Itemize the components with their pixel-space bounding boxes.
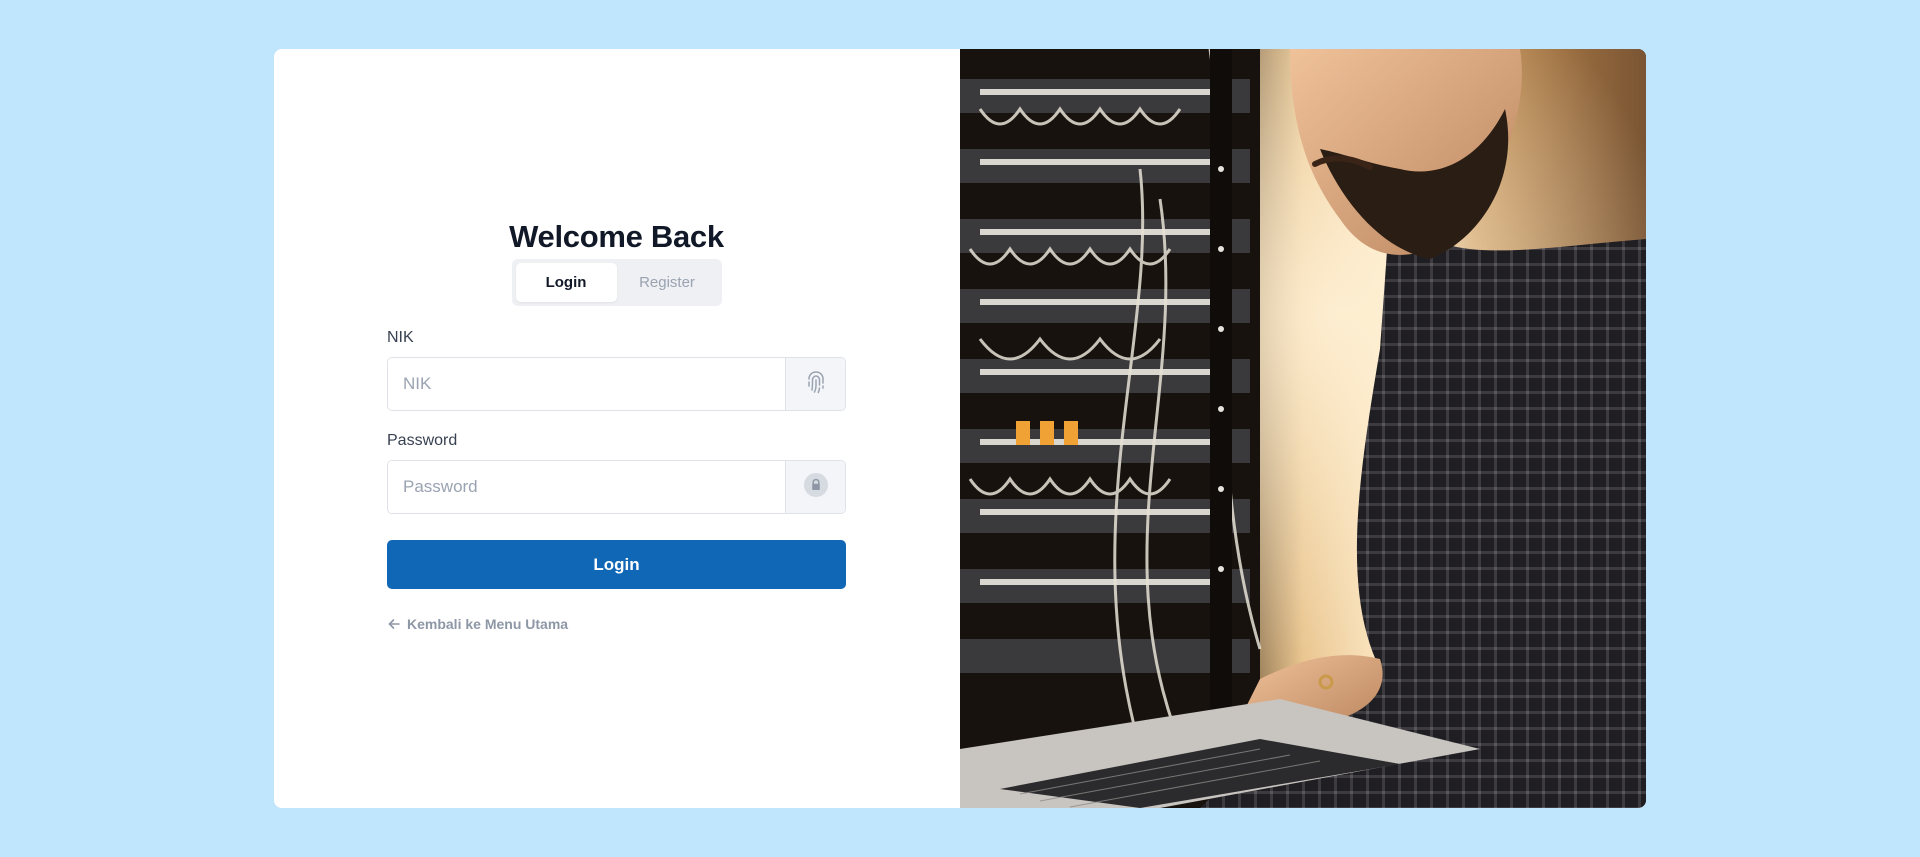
hero-image bbox=[960, 49, 1646, 808]
page-title: Welcome Back bbox=[509, 219, 724, 254]
back-link-label: Kembali ke Menu Utama bbox=[407, 616, 569, 632]
nik-label: NIK bbox=[387, 329, 414, 346]
lock-icon bbox=[803, 472, 828, 502]
login-panel: Welcome Back Login Register NIK NIK Pass… bbox=[274, 49, 960, 808]
login-card: Welcome Back Login Register NIK NIK Pass… bbox=[274, 49, 1646, 808]
back-to-main-menu-link[interactable]: Kembali ke Menu Utama bbox=[387, 616, 568, 632]
login-form: Welcome Back Login Register NIK NIK Pass… bbox=[387, 217, 846, 632]
password-input-group bbox=[387, 460, 846, 514]
nik-addon bbox=[785, 358, 845, 410]
login-button[interactable]: Login bbox=[387, 540, 846, 589]
tab-login[interactable]: Login bbox=[515, 263, 617, 302]
hero-photo bbox=[960, 49, 1646, 808]
password-input[interactable] bbox=[388, 461, 785, 513]
password-addon bbox=[785, 461, 845, 513]
fingerprint-icon bbox=[805, 370, 827, 399]
nik-input-group bbox=[387, 357, 846, 411]
auth-tabs: Login Register bbox=[511, 259, 722, 306]
password-label: Password bbox=[387, 432, 458, 449]
tab-register[interactable]: Register bbox=[617, 263, 718, 302]
arrow-left-icon bbox=[387, 617, 401, 631]
nik-input[interactable] bbox=[388, 358, 785, 410]
